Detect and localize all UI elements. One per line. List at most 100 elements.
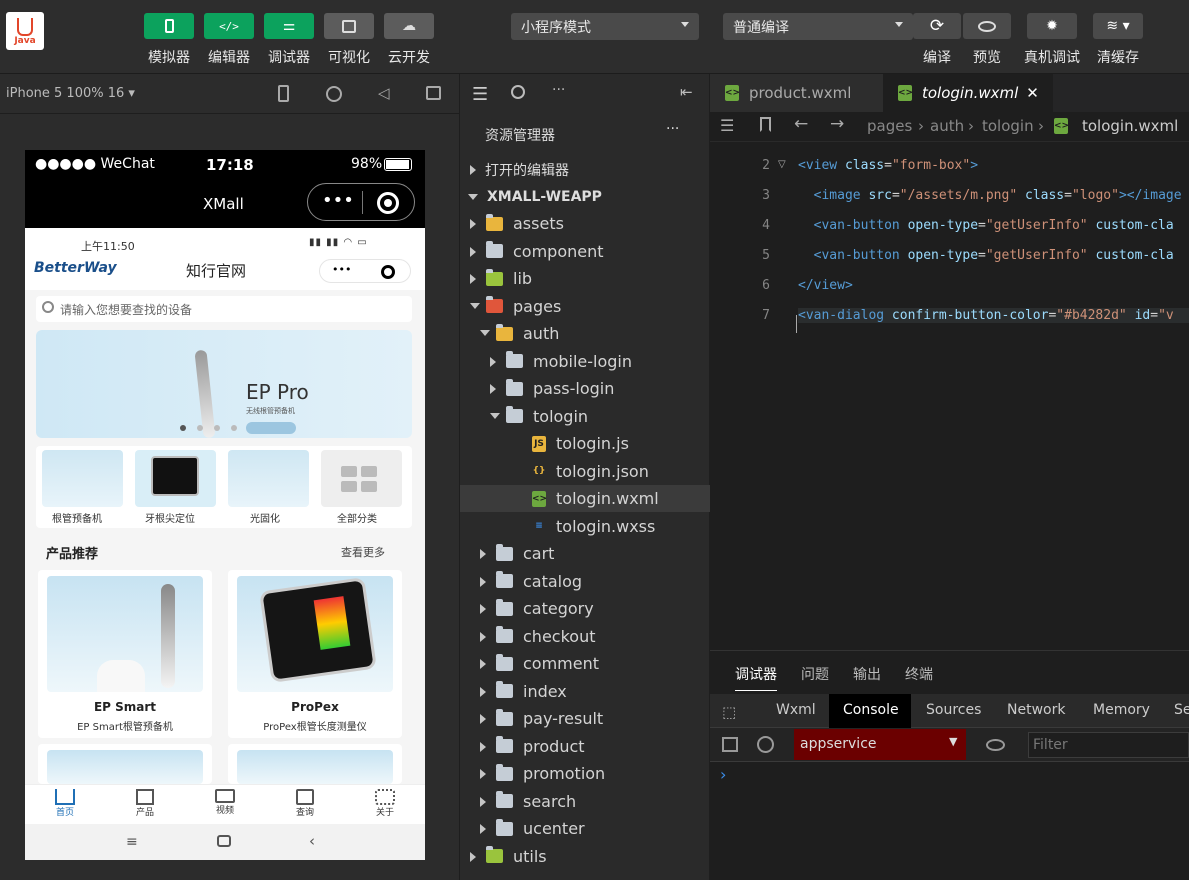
category-label[interactable]: 光固化 [250, 510, 280, 525]
open-editors-section[interactable]: 打开的编辑器 [460, 156, 710, 183]
tree-item-comment[interactable]: comment [460, 650, 710, 677]
tree-item-checkout[interactable]: checkout [460, 623, 710, 650]
close-icon[interactable]: ✕ [1026, 84, 1039, 102]
tree-item-mobile-login[interactable]: mobile-login [460, 348, 710, 375]
compile-button[interactable]: ⟳ [913, 13, 961, 39]
tree-item-tologin[interactable]: tologin [460, 403, 710, 430]
record-icon[interactable] [326, 86, 342, 102]
panel-tab-problems[interactable]: 问题 [801, 664, 829, 684]
devtools-tab-network[interactable]: Network [1007, 702, 1065, 718]
clear-cache-button[interactable]: ≋ ▾ [1093, 13, 1143, 39]
bookmark-icon[interactable] [760, 117, 771, 132]
editor-toggle-button[interactable]: </> [204, 13, 254, 39]
search-icon[interactable] [511, 85, 525, 99]
tree-item-search[interactable]: search [460, 788, 710, 815]
view-more-link[interactable]: 查看更多 [341, 544, 385, 560]
code-editor[interactable]: 2 <view class="form-box"> 3 <image src="/a… [710, 142, 1189, 650]
category-label[interactable]: 根管预备机 [52, 510, 102, 525]
speaker-icon[interactable]: ◁ [378, 84, 390, 102]
breadcrumb-item[interactable]: tologin [982, 117, 1034, 135]
back-icon[interactable]: ‹ [309, 832, 315, 850]
home-square-icon[interactable] [217, 835, 231, 847]
more-dots-icon[interactable]: ••• [332, 263, 351, 276]
console-filter-input[interactable]: Filter [1028, 732, 1189, 758]
fold-chevron-icon[interactable]: ▽ [778, 159, 786, 170]
tree-item-lib[interactable]: lib [460, 265, 710, 292]
debugger-toggle-button[interactable]: ⚌ [264, 13, 314, 39]
panel-tab-output[interactable]: 输出 [853, 664, 881, 684]
tree-item-catalog[interactable]: catalog [460, 568, 710, 595]
product-card[interactable]: ProPex ProPex根管长度测量仪 [228, 570, 402, 738]
sidebar-toggle-icon[interactable] [722, 737, 738, 752]
all-categories-icon[interactable] [321, 450, 402, 507]
tab-tologin-wxml[interactable]: <> tologin.wxml ✕ [883, 74, 1053, 112]
tree-item-auth[interactable]: auth [460, 320, 710, 347]
list-icon[interactable]: ☰ [472, 84, 488, 105]
close-capsule-icon[interactable] [377, 192, 399, 214]
menu-icon[interactable]: ≡ [126, 834, 138, 850]
console-prompt[interactable]: › [720, 765, 726, 784]
tree-item-cart[interactable]: cart [460, 540, 710, 567]
panel-tab-debugger[interactable]: 调试器 [735, 664, 777, 691]
explorer-more-icon[interactable]: ··· [666, 121, 679, 137]
tab-home[interactable]: 首页 [25, 789, 105, 818]
banner-carousel[interactable]: EP Pro 无线根管预备机 [36, 330, 412, 439]
cloud-dev-button[interactable]: ☁ [384, 13, 434, 39]
breadcrumb-item[interactable]: pages [867, 117, 912, 135]
tree-item-tologin-wxml[interactable]: <> tologin.wxml [460, 485, 710, 512]
tree-item-pages[interactable]: pages [460, 293, 710, 320]
tab-about[interactable]: 关于 [345, 789, 425, 818]
tab-products[interactable]: 产品 [105, 789, 185, 818]
tree-item-component[interactable]: component [460, 238, 710, 265]
tab-query[interactable]: 查询 [265, 789, 345, 818]
tree-item-promotion[interactable]: promotion [460, 760, 710, 787]
breadcrumb-item[interactable]: auth [930, 117, 964, 135]
mode-select[interactable]: 小程序模式 [511, 13, 699, 40]
eye-icon[interactable] [986, 739, 1005, 751]
category-label[interactable]: 全部分类 [337, 510, 377, 525]
tree-item-pay-result[interactable]: pay-result [460, 705, 710, 732]
simulator-toggle-button[interactable] [144, 13, 194, 39]
product-card[interactable]: EP Smart EP Smart根管预备机 [38, 570, 212, 738]
more-dots-icon[interactable]: ••• [322, 190, 354, 211]
tree-item-category[interactable]: category [460, 595, 710, 622]
category-image[interactable] [135, 450, 216, 507]
category-image[interactable] [228, 450, 309, 507]
visual-button[interactable] [324, 13, 374, 39]
collapse-panel-icon[interactable]: ⇤ [680, 83, 693, 101]
devtools-tab-memory[interactable]: Memory [1093, 702, 1150, 718]
product-card[interactable] [228, 744, 402, 784]
devtools-tab-sources[interactable]: Sources [926, 702, 981, 718]
phone-icon[interactable] [278, 85, 289, 102]
context-select[interactable]: appservice ▼ [794, 729, 966, 760]
tree-item-tologin-js[interactable]: JS tologin.js [460, 430, 710, 457]
device-select[interactable]: iPhone 5 100% 16 ▾ [6, 86, 135, 101]
clear-console-icon[interactable] [757, 736, 774, 753]
devtools-tab-console[interactable]: Console [829, 694, 911, 728]
category-image[interactable] [42, 450, 123, 507]
tree-item-utils[interactable]: utils [460, 843, 710, 870]
outline-icon[interactable]: ☰ [720, 116, 734, 135]
product-card[interactable] [38, 744, 212, 784]
remote-debug-button[interactable]: ✹ [1027, 13, 1077, 39]
devtools-tab-more[interactable]: Se [1174, 702, 1189, 718]
tree-item-product[interactable]: product [460, 733, 710, 760]
panel-tab-terminal[interactable]: 终端 [905, 664, 933, 684]
tab-product-wxml[interactable]: <> product.wxml [710, 74, 883, 112]
search-bar[interactable]: 请输入您想要查找的设备 [36, 296, 412, 322]
tab-videos[interactable]: 视频 [185, 789, 265, 816]
breadcrumb-item[interactable]: tologin.wxml [1082, 117, 1178, 135]
tree-item-index[interactable]: index [460, 678, 710, 705]
preview-button[interactable] [963, 13, 1011, 39]
back-arrow-icon[interactable]: ← [794, 114, 808, 134]
tree-item-tologin-json[interactable]: {} tologin.json [460, 458, 710, 485]
tree-item-assets[interactable]: assets [460, 210, 710, 237]
more-dots-icon[interactable]: ··· [552, 82, 565, 98]
target-icon[interactable] [381, 265, 395, 279]
forward-arrow-icon[interactable]: → [830, 114, 844, 134]
tree-item-ucenter[interactable]: ucenter [460, 815, 710, 842]
project-section[interactable]: XMALL-WEAPP [460, 183, 710, 210]
category-label[interactable]: 牙根尖定位 [145, 510, 195, 525]
inspect-icon[interactable]: ⬚ [722, 703, 736, 721]
tree-item-pass-login[interactable]: pass-login [460, 375, 710, 402]
